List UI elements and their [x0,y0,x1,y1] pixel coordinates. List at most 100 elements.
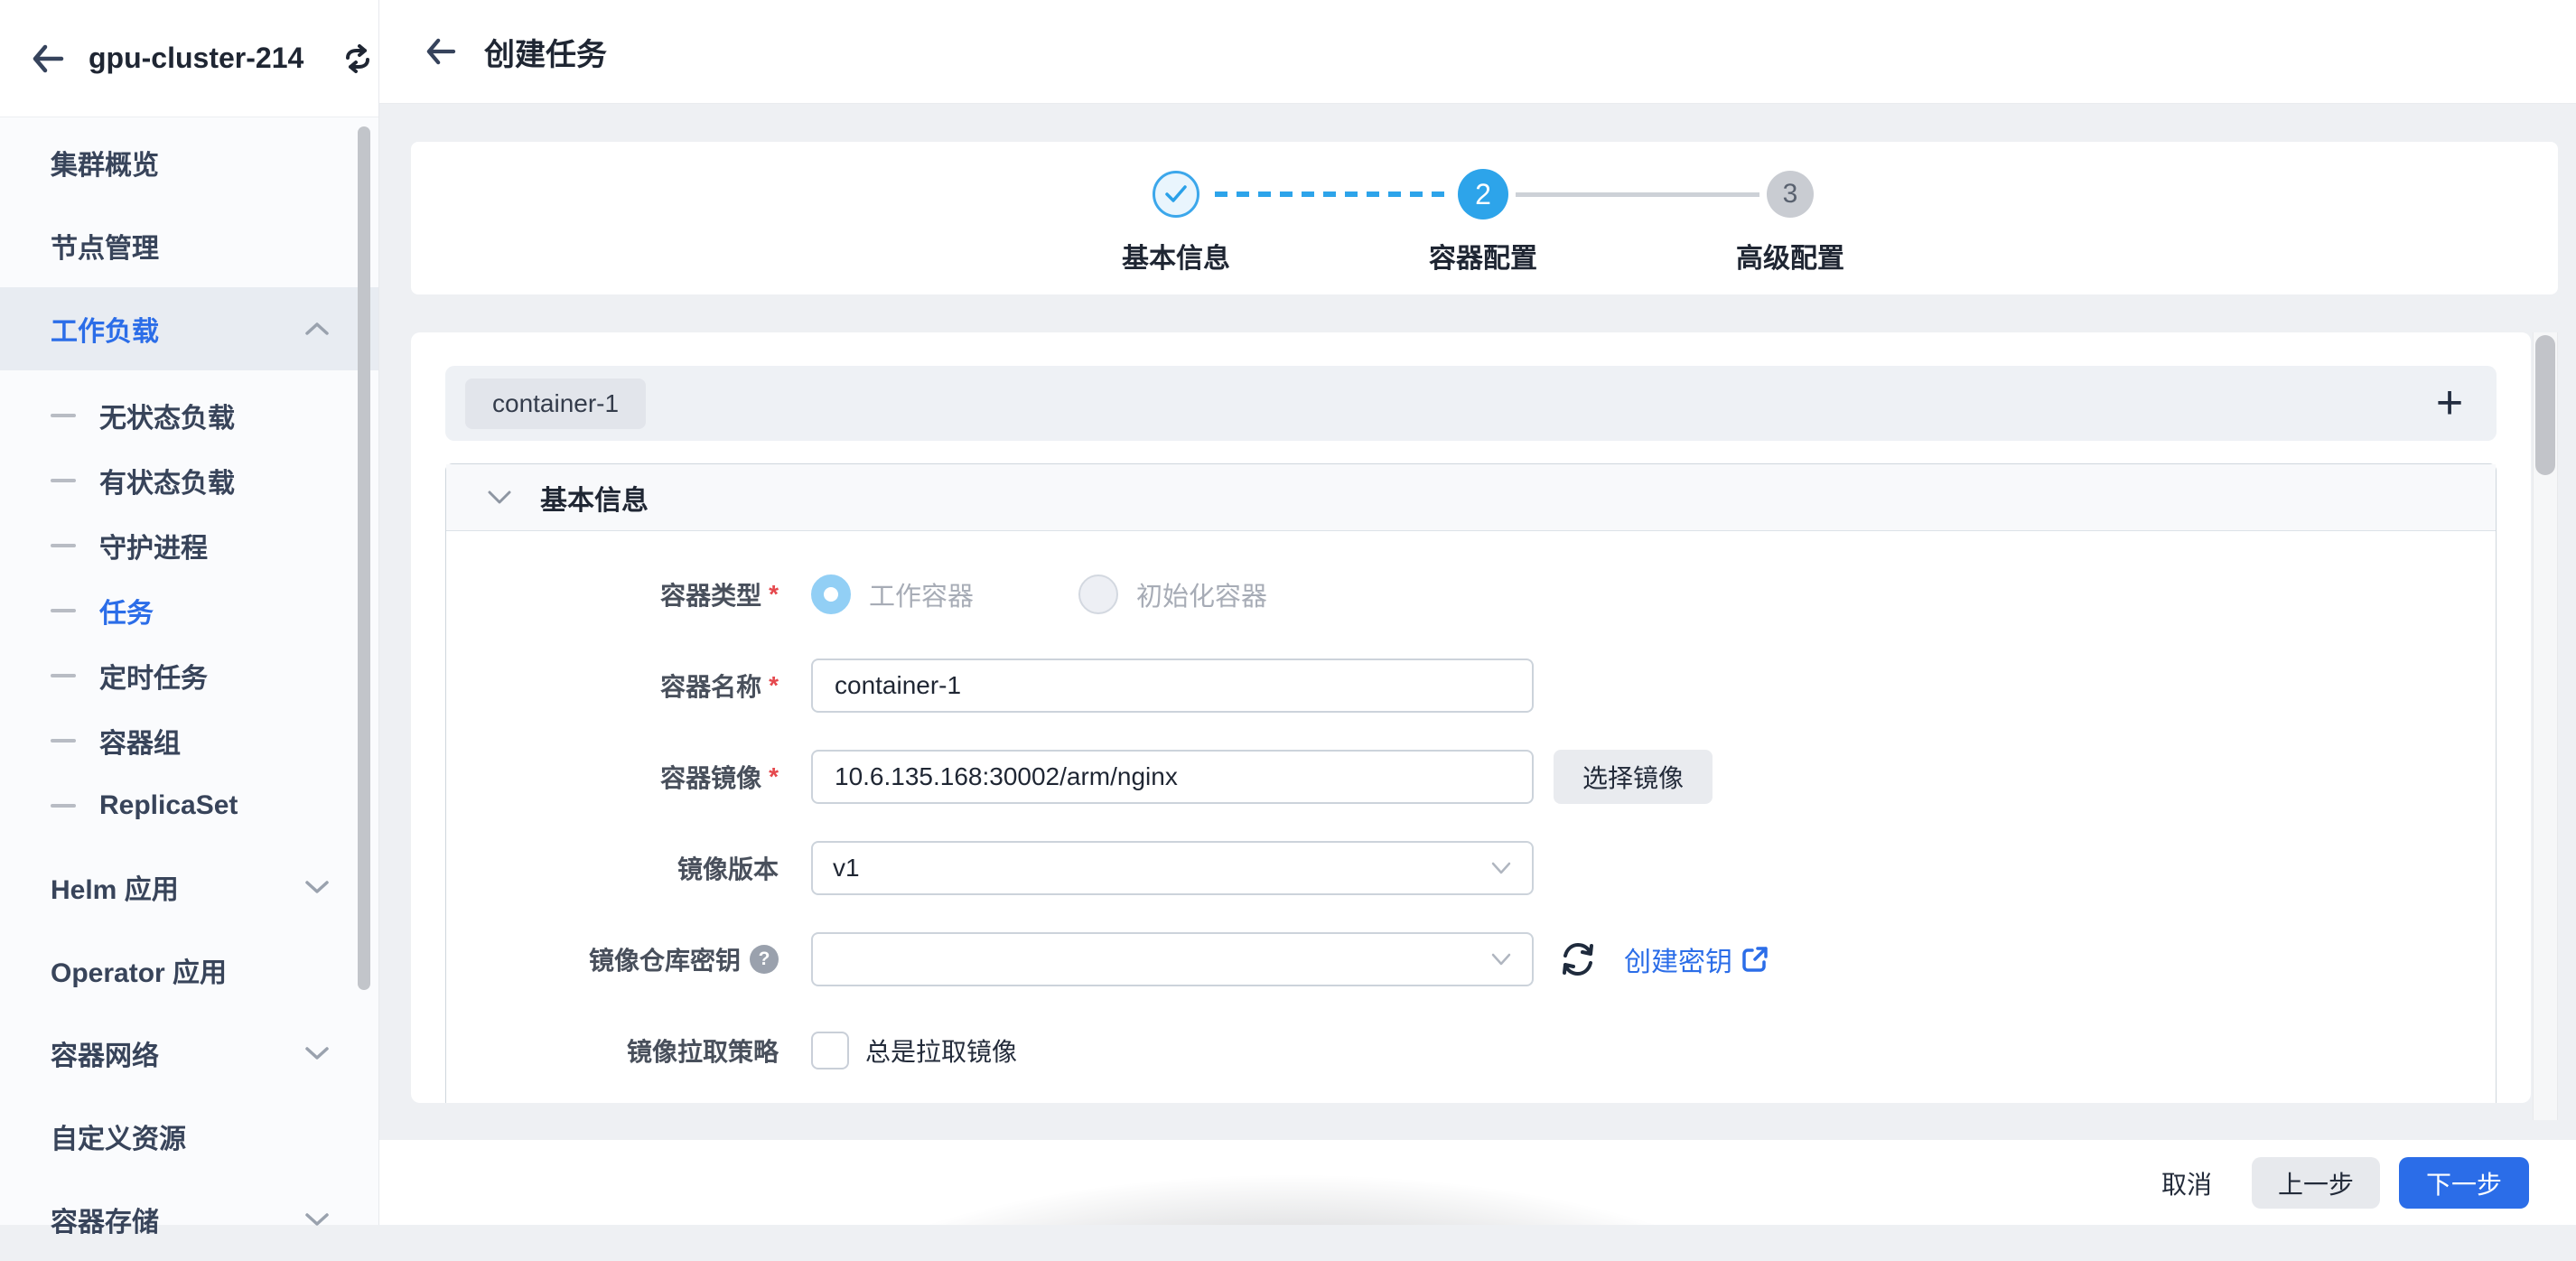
page: gpu-cluster-214 集群概览 节点管理 工作负载 无状态负载 有状态… [0,0,2576,1238]
footer-buttons: 取消 上一步 下一步 [2142,1157,2529,1209]
dash-icon [51,804,76,808]
always-pull-checkbox[interactable] [811,1032,849,1070]
dash-icon [51,479,76,482]
required-marker: * [769,762,779,790]
container-name-control [811,659,1534,713]
add-container-button[interactable]: + [2424,378,2475,428]
sidebar-item-replicasets[interactable]: ReplicaSet [0,773,378,838]
step-2-circle: 2 [1458,169,1508,220]
sidebar-item-helm-apps[interactable]: Helm 应用 [0,845,378,929]
form-row-container-type: 容器类型 * 工作容器 初始化容器 [446,567,2496,621]
container-name-input[interactable] [811,659,1534,713]
sidebar-header: gpu-cluster-214 [0,0,378,117]
form-row-image-version: 镜像版本 v1 [446,841,2496,895]
pull-policy-control: 总是拉取镜像 [811,1032,1017,1070]
step-2-label: 容器配置 [1429,244,1537,274]
tab-container-1[interactable]: container-1 [465,378,647,429]
sidebar-item-label: 守护进程 [99,534,208,564]
switch-cluster-icon[interactable] [341,43,374,73]
radio-label-work-container: 工作容器 [869,583,975,612]
chevron-down-icon [304,879,330,895]
main-scrollbar-thumb[interactable] [2535,335,2555,475]
field-label-text: 容器类型 [660,582,762,610]
dash-icon [51,544,76,547]
sidebar-item-label: 自定义资源 [51,1125,186,1154]
container-image-control: 选择镜像 [811,750,1713,804]
sidebar-item-label: 容器网络 [51,1041,159,1071]
required-marker: * [769,671,779,699]
tab-label: container-1 [492,389,620,417]
select-value: v1 [833,854,860,882]
field-label-text: 容器镜像 [660,764,762,792]
sidebar-item-workloads[interactable]: 工作负载 [0,287,378,370]
chevron-down-icon [1491,862,1511,874]
container-config-card: container-1 + 基本信息 容器类型 * 工作容器 初始化容器 容器名… [411,332,2531,1103]
field-label: 镜像版本 [446,850,779,886]
stepper-card: 2 3 基本信息 容器配置 高级配置 [411,142,2558,294]
always-pull-label: 总是拉取镜像 [865,1038,1018,1066]
back-icon[interactable] [31,44,65,73]
chevron-down-icon [1491,953,1511,966]
field-label: 镜像拉取策略 [446,1032,779,1069]
sidebar: gpu-cluster-214 集群概览 节点管理 工作负载 无状态负载 有状态… [0,0,379,1238]
field-label: 容器镜像 * [446,759,779,795]
form-row-container-image: 容器镜像 * 选择镜像 [446,750,2496,804]
workloads-sub-list: 无状态负载 有状态负载 守护进程 任务 定时任务 容器组 ReplicaSet [0,370,378,845]
previous-step-button[interactable]: 上一步 [2252,1157,2380,1209]
next-step-button[interactable]: 下一步 [2399,1157,2529,1209]
sidebar-item-deployments[interactable]: 无状态负载 [0,383,378,448]
step-3-label: 高级配置 [1736,244,1844,274]
cluster-name: gpu-cluster-214 [89,42,304,74]
chevron-up-icon [304,321,330,337]
basic-info-section-header[interactable]: 基本信息 [446,464,2496,531]
field-label: 容器类型 * [446,576,779,612]
radio-work-container-selected[interactable] [811,574,851,614]
refresh-icon[interactable] [1557,939,1599,980]
create-secret-link[interactable]: 创建密钥 [1624,939,1732,979]
field-label-text: 镜像仓库密钥 [588,947,741,975]
cancel-button[interactable]: 取消 [2142,1165,2232,1201]
basic-info-section: 基本信息 容器类型 * 工作容器 初始化容器 容器名称 * container-… [445,463,2497,1103]
sidebar-item-cluster-overview[interactable]: 集群概览 [0,121,378,204]
dash-icon [51,414,76,417]
radio-init-container[interactable] [1078,574,1119,614]
sidebar-item-label: 任务 [99,599,154,629]
sidebar-item-pods[interactable]: 容器组 [0,708,378,773]
registry-secret-control: 创建密钥 [811,932,1769,986]
image-version-select[interactable]: v1 [811,841,1534,895]
sidebar-item-statefulsets[interactable]: 有状态负载 [0,448,378,513]
required-marker: * [769,580,779,608]
registry-secret-select[interactable] [811,932,1534,986]
chevron-down-icon [486,489,513,507]
external-link-icon[interactable] [1741,946,1769,973]
sidebar-item-cronjobs[interactable]: 定时任务 [0,643,378,708]
container-image-input[interactable] [811,750,1534,804]
sidebar-item-custom-resources[interactable]: 自定义资源 [0,1095,378,1178]
sidebar-item-label: 容器组 [99,729,181,759]
sidebar-item-node-management[interactable]: 节点管理 [0,204,378,287]
field-label-text: 镜像拉取策略 [626,1038,779,1066]
sidebar-item-container-storage[interactable]: 容器存储 [0,1178,378,1261]
sidebar-item-operator-apps[interactable]: Operator 应用 [0,929,378,1012]
sidebar-scrollbar[interactable] [358,126,370,990]
sidebar-item-label: Operator 应用 [51,958,228,988]
section-title: 基本信息 [540,485,649,516]
sidebar-item-label: 无状态负载 [99,404,235,434]
help-icon[interactable]: ? [750,945,779,974]
sidebar-item-container-network[interactable]: 容器网络 [0,1012,378,1095]
sidebar-item-label: 集群概览 [51,151,159,181]
field-label: 镜像仓库密钥 ? [446,941,779,977]
step-1-label: 基本信息 [1122,244,1230,274]
step-connector-dotted [1215,191,1445,197]
sidebar-item-label: 工作负载 [51,317,159,347]
dash-icon [51,674,76,677]
field-label-text: 镜像版本 [677,855,779,883]
select-image-button[interactable]: 选择镜像 [1554,750,1713,804]
back-icon[interactable] [425,38,457,65]
page-title: 创建任务 [484,37,607,72]
sidebar-item-daemonsets[interactable]: 守护进程 [0,513,378,578]
basic-info-form: 容器类型 * 工作容器 初始化容器 容器名称 * container-1 容器镜… [446,531,2496,1078]
sidebar-item-jobs[interactable]: 任务 [0,578,378,643]
field-label: 容器名称 * [446,668,779,704]
container-tab-strip: container-1 + [445,366,2497,441]
